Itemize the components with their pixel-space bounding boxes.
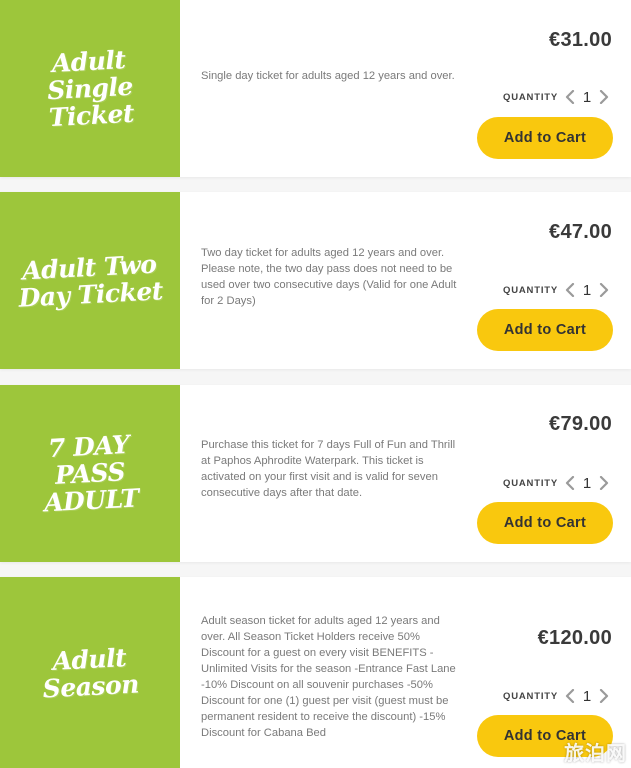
ticket-title-panel: 7 DAY PASS ADULT: [0, 385, 180, 562]
quantity-label: QUANTITY: [503, 477, 558, 489]
ticket-card-adult-single: Adult Single Ticket Single day ticket fo…: [0, 0, 631, 177]
chevron-left-icon[interactable]: [562, 687, 578, 705]
ticket-description: Purchase this ticket for 7 days Full of …: [201, 439, 456, 499]
ticket-price: €120.00: [537, 627, 612, 649]
ticket-title: 7 DAY PASS ADULT: [13, 429, 167, 518]
ticket-list: Adult Single Ticket Single day ticket fo…: [0, 0, 631, 768]
ticket-title: Adult Season: [14, 642, 167, 704]
chevron-left-icon[interactable]: [562, 281, 578, 299]
ticket-card-adult-two-day: Adult Two Day Ticket Two day ticket for …: [0, 192, 631, 369]
ticket-title-line1: 7 DAY PASS: [47, 429, 130, 490]
quantity-value: 1: [582, 687, 592, 705]
ticket-title-line1: Adult Single: [46, 45, 134, 106]
add-to-cart-button[interactable]: Add to Cart: [477, 117, 613, 159]
quantity-selector: QUANTITY 1: [503, 281, 612, 299]
ticket-title: Adult Two Day Ticket: [14, 249, 167, 313]
watermark: 旅泊网: [564, 741, 627, 765]
chevron-right-icon[interactable]: [596, 88, 612, 106]
ticket-price: €47.00: [549, 221, 612, 243]
ticket-card-adult-season: Adult Season Adult season ticket for adu…: [0, 577, 631, 768]
ticket-title-line2: Day Ticket: [17, 275, 164, 313]
ticket-title-panel: Adult Two Day Ticket: [0, 192, 180, 369]
quantity-selector: QUANTITY 1: [503, 88, 612, 106]
quantity-label: QUANTITY: [503, 690, 558, 702]
quantity-value: 1: [582, 474, 592, 492]
ticket-description: Two day ticket for adults aged 12 years …: [201, 247, 457, 307]
ticket-description: Single day ticket for adults aged 12 yea…: [201, 70, 455, 82]
quantity-value: 1: [582, 88, 592, 106]
quantity-label: QUANTITY: [503, 91, 558, 103]
ticket-card-7-day-pass: 7 DAY PASS ADULT Purchase this ticket fo…: [0, 385, 631, 562]
add-to-cart-button[interactable]: Add to Cart: [477, 502, 613, 544]
chevron-right-icon[interactable]: [596, 474, 612, 492]
quantity-selector: QUANTITY 1: [503, 687, 612, 705]
ticket-description: Adult season ticket for adults aged 12 y…: [201, 615, 456, 739]
ticket-title-panel: Adult Single Ticket: [0, 0, 180, 177]
quantity-label: QUANTITY: [503, 284, 558, 296]
add-to-cart-button[interactable]: Add to Cart: [477, 309, 613, 351]
quantity-selector: QUANTITY 1: [503, 474, 612, 492]
ticket-title-panel: Adult Season: [0, 577, 180, 768]
ticket-price: €31.00: [549, 29, 612, 51]
chevron-left-icon[interactable]: [562, 474, 578, 492]
ticket-title: Adult Single Ticket: [13, 44, 167, 133]
chevron-right-icon[interactable]: [596, 281, 612, 299]
quantity-value: 1: [582, 281, 592, 299]
chevron-right-icon[interactable]: [596, 687, 612, 705]
chevron-left-icon[interactable]: [562, 88, 578, 106]
ticket-price: €79.00: [549, 413, 612, 435]
